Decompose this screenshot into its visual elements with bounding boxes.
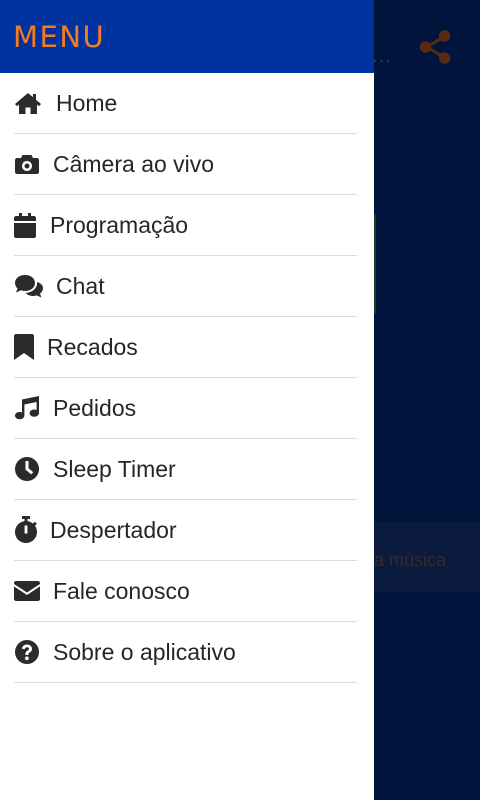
drawer-title: MENU: [13, 19, 106, 54]
menu-item-messages[interactable]: Recados: [14, 317, 357, 378]
menu-item-label: Home: [56, 89, 118, 116]
menu-item-home[interactable]: Home: [14, 73, 357, 134]
menu-item-contact[interactable]: Fale conosco: [14, 561, 357, 622]
menu-item-label: Chat: [56, 272, 105, 299]
home-icon: [14, 89, 56, 117]
menu-item-schedule[interactable]: Programação: [14, 195, 357, 256]
menu-item-alarm[interactable]: Despertador: [14, 500, 357, 561]
comments-icon: [14, 272, 56, 300]
bookmark-icon: [14, 333, 47, 361]
calendar-icon: [14, 211, 50, 239]
menu-item-label: Sobre o aplicativo: [53, 638, 236, 665]
menu-item-camera[interactable]: Câmera ao vivo: [14, 134, 357, 195]
navigation-drawer: MENU Home Câmera ao vivo Programação Cha…: [0, 0, 374, 800]
menu-item-label: Fale conosco: [53, 577, 190, 604]
menu-item-label: Pedidos: [53, 394, 137, 421]
drawer-header: MENU: [0, 0, 374, 73]
menu-list: Home Câmera ao vivo Programação Chat Rec…: [0, 73, 374, 683]
music-icon: [14, 394, 53, 422]
now-playing-banner: a música: [374, 522, 480, 592]
envelope-icon: [14, 577, 53, 605]
header-ellipsis: ...: [372, 46, 393, 67]
menu-item-about[interactable]: Sobre o aplicativo: [14, 622, 357, 683]
menu-item-label: Recados: [47, 333, 138, 360]
menu-item-requests[interactable]: Pedidos: [14, 378, 357, 439]
stopwatch-icon: [14, 516, 50, 544]
menu-item-label: Sleep Timer: [53, 455, 176, 482]
banner-text: a música: [374, 550, 447, 570]
clock-icon: [14, 455, 53, 483]
camera-icon: [14, 150, 53, 178]
menu-item-chat[interactable]: Chat: [14, 256, 357, 317]
menu-item-label: Despertador: [50, 516, 177, 543]
share-icon[interactable]: [416, 28, 454, 66]
menu-item-sleep-timer[interactable]: Sleep Timer: [14, 439, 357, 500]
menu-item-label: Câmera ao vivo: [53, 150, 215, 177]
menu-item-label: Programação: [50, 211, 189, 238]
question-circle-icon: [14, 638, 53, 666]
